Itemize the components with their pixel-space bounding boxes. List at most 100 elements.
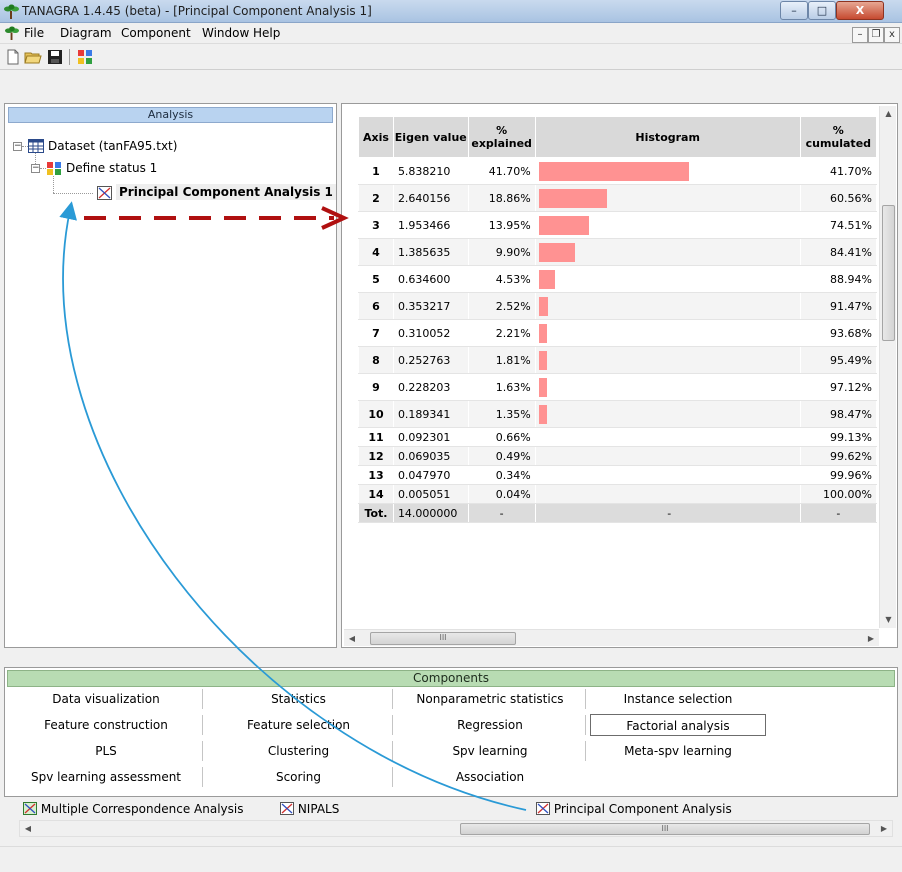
histogram-bar [538, 296, 548, 316]
cell-cumulated: 99.96% [799, 465, 878, 485]
cell-explained: 9.90% [467, 238, 536, 266]
table-row: 11 0.092301 0.66% 99.13% [358, 427, 878, 447]
cell-axis: 3 [358, 211, 394, 239]
method-pca[interactable]: Principal Component Analysis [536, 802, 732, 816]
tanagra-menu-icon[interactable] [5, 26, 19, 40]
method-nipals[interactable]: NIPALS [280, 802, 339, 816]
menu-window[interactable]: Window [202, 26, 249, 40]
component-tab-scoring[interactable]: Scoring [207, 766, 390, 788]
tree-item-define-status[interactable]: Define status 1 [66, 161, 157, 175]
cell-explained: 4.53% [467, 265, 536, 293]
define-status-collapse-toggle[interactable]: − [31, 164, 40, 173]
scroll-down-arrow-icon[interactable]: ▼ [880, 612, 897, 628]
method-mca[interactable]: Multiple Correspondence Analysis [23, 802, 243, 816]
new-file-icon[interactable] [4, 48, 22, 66]
table-row: 9 0.228203 1.63% 97.12% [358, 373, 878, 401]
cell-histogram [534, 157, 801, 185]
scroll-left-arrow-icon[interactable]: ◀ [344, 630, 360, 647]
component-tab-feature-construction[interactable]: Feature construction [13, 714, 199, 736]
cell-explained: 0.04% [467, 484, 536, 504]
cell-cumulated: 84.41% [799, 238, 878, 266]
vertical-scroll-thumb[interactable] [882, 205, 895, 341]
table-row: 14 0.005051 0.04% 100.00% [358, 484, 878, 504]
component-tab-regression[interactable]: Regression [397, 714, 583, 736]
histogram-bar [538, 269, 555, 289]
cell-explained: 2.21% [467, 319, 536, 347]
window-maximize-button[interactable]: □ [808, 1, 836, 20]
mdi-close-button[interactable]: x [884, 27, 900, 43]
cell-histogram [534, 238, 801, 266]
menu-component[interactable]: Component [121, 26, 191, 40]
scroll-right-arrow-icon[interactable]: ▶ [863, 630, 879, 647]
save-disk-icon[interactable] [46, 48, 64, 66]
tree-item-dataset[interactable]: Dataset (tanFA95.txt) [48, 139, 177, 153]
horizontal-scroll-thumb[interactable]: III [370, 632, 516, 645]
cell-axis: 11 [358, 427, 394, 447]
cell-explained: 13.95% [467, 211, 536, 239]
cell-eigen-value: 0.092301 [392, 427, 469, 447]
table-row: 8 0.252763 1.81% 95.49% [358, 346, 878, 374]
tab-divider [585, 741, 586, 761]
tab-divider [585, 715, 586, 735]
results-vertical-scrollbar[interactable]: ▲ ▼ [879, 106, 896, 628]
tab-divider [202, 715, 203, 735]
cell-histogram [534, 465, 801, 485]
results-horizontal-scrollbar[interactable]: ◀ III ▶ [344, 629, 879, 646]
tree-item-pca[interactable]: Principal Component Analysis 1 [116, 184, 336, 200]
tab-divider [392, 741, 393, 761]
mdi-minimize-button[interactable]: – [852, 27, 868, 43]
component-tab-nonparametric-statistics[interactable]: Nonparametric statistics [397, 688, 583, 710]
tab-divider [202, 767, 203, 787]
methods-scroll-thumb[interactable]: III [460, 823, 870, 835]
cell-axis: 4 [358, 238, 394, 266]
methods-horizontal-scrollbar[interactable]: ◀ III ▶ [19, 820, 893, 837]
cell-axis: 10 [358, 400, 394, 428]
cell-explained: 18.86% [467, 184, 536, 212]
component-tab-pls[interactable]: PLS [13, 740, 199, 762]
component-tab-statistics[interactable]: Statistics [207, 688, 390, 710]
window-minimize-button[interactable]: – [780, 1, 808, 20]
open-folder-icon[interactable] [24, 48, 42, 66]
scroll-right-arrow-icon[interactable]: ▶ [876, 821, 892, 836]
cell-eigen-value: 0.005051 [392, 484, 469, 504]
component-tab-feature-selection[interactable]: Feature selection [207, 714, 390, 736]
histogram-bar [538, 242, 575, 262]
cell-eigen-value: 0.310052 [392, 319, 469, 347]
components-pane: Components Data visualization Statistics N… [4, 667, 898, 797]
window-close-button[interactable]: X [836, 1, 884, 20]
status-bar [0, 846, 902, 872]
cell-eigen-value: 0.353217 [392, 292, 469, 320]
component-tab-data-visualization[interactable]: Data visualization [13, 688, 199, 710]
cell-explained: 1.81% [467, 346, 536, 374]
eigenvalue-table-body: 1 5.838210 41.70% 41.70% 2 2.640156 18.86% 60.5… [358, 157, 878, 523]
component-tab-instance-selection[interactable]: Instance selection [590, 688, 766, 710]
cell-histogram [534, 184, 801, 212]
component-tab-meta-spv-learning[interactable]: Meta-spv learning [590, 740, 766, 762]
dataset-collapse-toggle[interactable]: − [13, 142, 22, 151]
table-row: 1 5.838210 41.70% 41.70% [358, 157, 878, 185]
scroll-left-arrow-icon[interactable]: ◀ [20, 821, 36, 836]
menu-help[interactable]: Help [253, 26, 280, 40]
cell-eigen-value: 0.228203 [392, 373, 469, 401]
scroll-up-arrow-icon[interactable]: ▲ [880, 106, 897, 122]
component-tab-clustering[interactable]: Clustering [207, 740, 390, 762]
cell-cumulated: 41.70% [799, 157, 878, 185]
cell-eigen-value: 0.069035 [392, 446, 469, 466]
method-mca-label: Multiple Correspondence Analysis [40, 802, 244, 816]
cell-explained: 0.34% [467, 465, 536, 485]
menu-file[interactable]: File [24, 26, 44, 40]
cell-cumulated: 99.62% [799, 446, 878, 466]
tab-divider [392, 715, 393, 735]
tab-divider [202, 741, 203, 761]
component-tab-spv-learning[interactable]: Spv learning [397, 740, 583, 762]
menu-diagram[interactable]: Diagram [60, 26, 112, 40]
mdi-restore-button[interactable]: ❐ [868, 27, 884, 43]
histogram-bar [538, 215, 589, 235]
tab-divider [392, 689, 393, 709]
cell-cumulated: 95.49% [799, 346, 878, 374]
component-tab-spv-learning-assessment[interactable]: Spv learning assessment [13, 766, 199, 788]
component-tab-factorial-analysis[interactable]: Factorial analysis [590, 714, 766, 736]
component-tab-association[interactable]: Association [397, 766, 583, 788]
execute-component-icon[interactable] [76, 48, 94, 66]
histogram-bar [538, 188, 607, 208]
